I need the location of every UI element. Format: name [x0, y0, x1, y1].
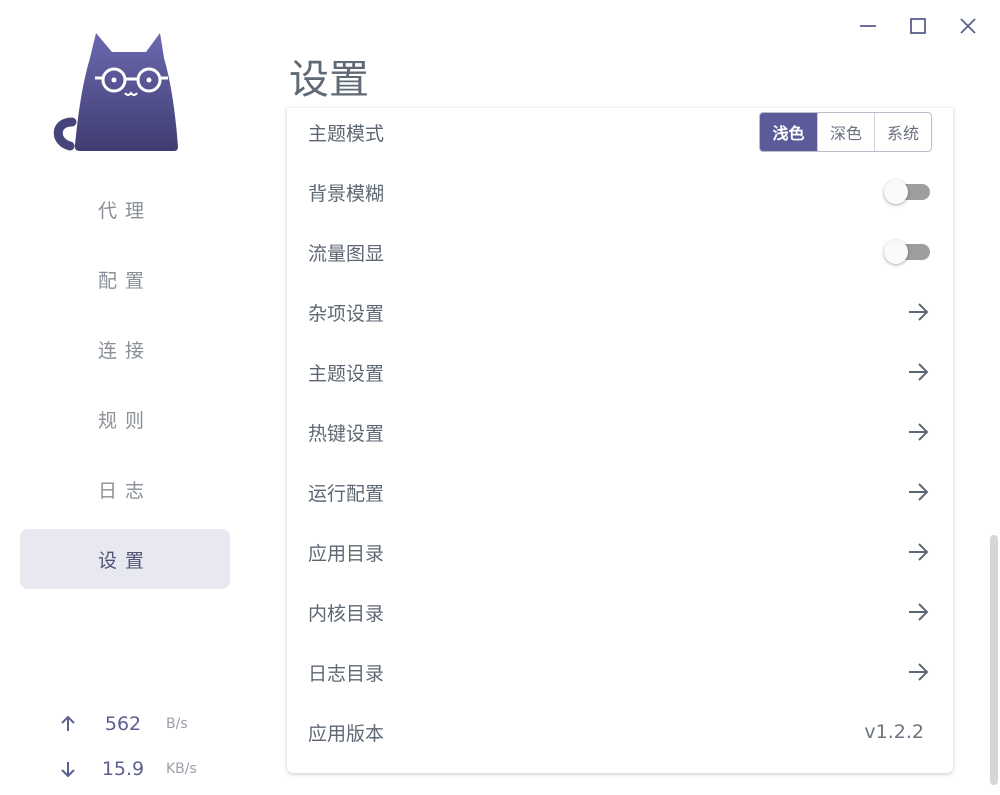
- row-label: 主题模式: [308, 122, 385, 145]
- theme-dark-button[interactable]: 深色: [817, 113, 874, 151]
- background-blur-toggle[interactable]: [884, 179, 932, 205]
- row-label: 内核目录: [308, 602, 385, 625]
- arrow-right-icon[interactable]: [904, 298, 932, 326]
- traffic-graph-toggle[interactable]: [884, 239, 932, 265]
- settings-row-log-dir[interactable]: 日志目录: [287, 642, 953, 702]
- upload-value: 562: [104, 713, 142, 735]
- settings-row-misc[interactable]: 杂项设置: [287, 282, 953, 342]
- settings-card: 主题模式 浅色 深色 系统 背景模糊 流量图显 杂项设置 主题设置 热键设置 运…: [287, 108, 953, 773]
- settings-row-theme[interactable]: 主题设置: [287, 342, 953, 402]
- sidebar-item-proxy[interactable]: 代理: [20, 179, 230, 239]
- settings-row-version: 应用版本 v1.2.2: [287, 702, 953, 762]
- row-label: 热键设置: [308, 422, 385, 445]
- row-label: 运行配置: [308, 482, 385, 505]
- sidebar-item-label: 代理: [97, 199, 152, 222]
- settings-row-runtime-config[interactable]: 运行配置: [287, 462, 953, 522]
- page-title: 设置: [289, 57, 369, 103]
- theme-light-button[interactable]: 浅色: [760, 113, 817, 151]
- sidebar-item-rules[interactable]: 规则: [20, 389, 230, 449]
- sidebar-item-label: 连接: [97, 339, 152, 362]
- theme-system-button[interactable]: 系统: [874, 113, 931, 151]
- theme-mode-selector: 浅色 深色 系统: [759, 112, 932, 152]
- settings-row-app-dir[interactable]: 应用目录: [287, 522, 953, 582]
- sidebar-item-logs[interactable]: 日志: [20, 459, 230, 519]
- toggle-knob: [884, 240, 908, 264]
- sidebar-item-connections[interactable]: 连接: [20, 319, 230, 379]
- arrow-down-icon: [56, 757, 80, 781]
- maximize-button[interactable]: [906, 14, 930, 38]
- arrow-right-icon[interactable]: [904, 358, 932, 386]
- sidebar: 代理 配置 连接 规则 日志 设置 562 B/s 15.9 KB/s: [0, 0, 250, 795]
- arrow-right-icon[interactable]: [904, 658, 932, 686]
- sidebar-item-label: 日志: [97, 479, 152, 502]
- sidebar-item-settings[interactable]: 设置: [20, 529, 230, 589]
- sidebar-nav: 代理 配置 连接 规则 日志 设置: [20, 179, 230, 599]
- settings-row-core-dir[interactable]: 内核目录: [287, 582, 953, 642]
- download-unit: KB/s: [166, 761, 197, 777]
- settings-row-background-blur: 背景模糊: [287, 162, 953, 222]
- upload-speed: 562 B/s: [56, 712, 246, 736]
- scrollbar-thumb[interactable]: [990, 535, 998, 785]
- row-label: 应用目录: [308, 542, 385, 565]
- sidebar-item-label: 规则: [97, 409, 152, 432]
- sidebar-item-label: 设置: [97, 549, 152, 572]
- settings-row-theme-mode: 主题模式 浅色 深色 系统: [287, 108, 953, 162]
- row-label: 流量图显: [308, 242, 385, 265]
- row-label: 主题设置: [308, 362, 385, 385]
- cat-logo-icon: [53, 33, 178, 151]
- minimize-icon: [860, 25, 876, 27]
- app-version-value: v1.2.2: [864, 721, 924, 743]
- maximize-icon: [910, 18, 926, 34]
- minimize-button[interactable]: [856, 14, 880, 38]
- close-button[interactable]: [956, 14, 980, 38]
- row-label: 背景模糊: [308, 182, 385, 205]
- close-icon: [960, 18, 976, 34]
- upload-unit: B/s: [166, 716, 188, 732]
- download-speed: 15.9 KB/s: [56, 757, 246, 781]
- settings-row-traffic-graph: 流量图显: [287, 222, 953, 282]
- sidebar-item-label: 配置: [97, 269, 152, 292]
- settings-row-hotkeys[interactable]: 热键设置: [287, 402, 953, 462]
- toggle-knob: [884, 180, 908, 204]
- row-label: 杂项设置: [308, 302, 385, 325]
- window-controls: [856, 14, 980, 38]
- arrow-right-icon[interactable]: [904, 538, 932, 566]
- row-label: 日志目录: [308, 662, 385, 685]
- download-value: 15.9: [101, 758, 145, 780]
- row-label: 应用版本: [308, 722, 385, 745]
- arrow-right-icon[interactable]: [904, 478, 932, 506]
- arrow-right-icon[interactable]: [904, 418, 932, 446]
- sidebar-item-profiles[interactable]: 配置: [20, 249, 230, 309]
- arrow-up-icon: [56, 712, 80, 736]
- arrow-right-icon[interactable]: [904, 598, 932, 626]
